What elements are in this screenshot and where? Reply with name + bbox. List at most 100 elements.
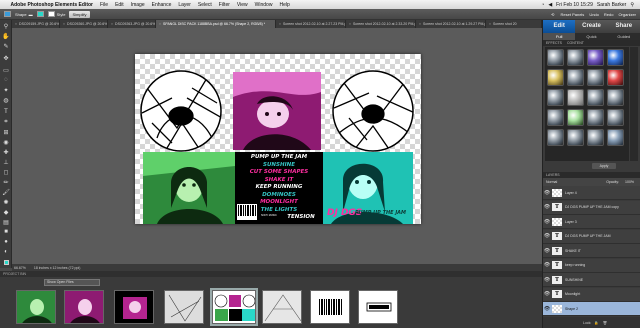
bin-thumbnail[interactable] <box>262 290 302 324</box>
app-menu[interactable]: Adobe Photoshop Elements Editor <box>7 2 97 8</box>
menu-enhance[interactable]: Enhance <box>148 2 175 8</box>
project-bin-select[interactable]: Show Open Files <box>44 279 100 286</box>
bin-thumbnail[interactable] <box>16 290 56 324</box>
layer-row[interactable]: 👁 T Moonlight <box>543 287 640 302</box>
reset-panels-button[interactable]: ⟲ Reset Panels <box>546 12 584 17</box>
bin-thumbnail[interactable] <box>64 290 104 324</box>
wifi-icon[interactable]: ◔ <box>539 2 546 8</box>
close-tab-icon[interactable]: × <box>111 20 113 28</box>
document-tab[interactable]: × Screen shot 2012-02-10 at 2.33.20 PM.pn… <box>346 20 416 28</box>
tab-content[interactable]: CONTENT <box>567 41 584 45</box>
bin-thumbnail[interactable] <box>310 290 350 324</box>
effect-thumb[interactable] <box>607 129 624 146</box>
move-tool-icon[interactable]: ✥ <box>2 54 10 62</box>
visibility-eye-icon[interactable]: 👁 <box>543 219 551 225</box>
close-tab-icon[interactable]: × <box>419 20 421 28</box>
document-size[interactable]: 18 inches x 12 inches (72 ppi) <box>34 266 81 270</box>
bin-thumbnail[interactable] <box>164 290 204 324</box>
zoom-tool-icon[interactable]: ⚲ <box>2 22 10 30</box>
layer-row[interactable]: 👁 T SUNSHINE <box>543 273 640 287</box>
tab-create[interactable]: Create <box>575 20 608 33</box>
color-swatches-icon[interactable] <box>2 258 10 266</box>
document-tab[interactable]: × Screen shot 20 <box>486 20 542 28</box>
lock-icon[interactable]: 🔒 <box>594 321 598 325</box>
close-tab-icon[interactable]: × <box>159 20 161 28</box>
tab-share[interactable]: Share <box>607 20 640 33</box>
effect-thumb[interactable] <box>547 129 564 146</box>
menu-layer[interactable]: Layer <box>175 2 195 8</box>
pencil-tool-icon[interactable]: ✏ <box>2 178 10 186</box>
paint-bucket-tool-icon[interactable]: ◆ <box>2 208 10 216</box>
zoom-level[interactable]: 66.67% <box>14 266 26 270</box>
undo-button[interactable]: Undo <box>589 12 599 17</box>
marquee-tool-icon[interactable]: ▭ <box>2 66 10 74</box>
effect-thumb[interactable] <box>547 109 564 126</box>
visibility-eye-icon[interactable]: 👁 <box>543 248 551 254</box>
lasso-tool-icon[interactable]: ◌ <box>2 76 10 84</box>
effect-thumb[interactable] <box>567 49 584 66</box>
document-tab[interactable]: × Screen shot 2012-02-10 at 1.29.27 PM.pn… <box>416 20 486 28</box>
document-canvas[interactable]: PUMP UP THE JAM SUNSHINE CUT SOME SHAPES… <box>135 54 421 224</box>
effect-thumb[interactable] <box>567 129 584 146</box>
effect-thumb[interactable] <box>587 109 604 126</box>
visibility-eye-icon[interactable]: 👁 <box>543 233 551 239</box>
document-tab[interactable]: × DSC09260.JPG @ 20.6% (... <box>60 20 108 28</box>
close-tab-icon[interactable]: × <box>63 20 65 28</box>
layer-row[interactable]: 👁 T DJ DGS PUMP UP THE JAM <box>543 229 640 244</box>
document-tab[interactable]: × Screen shot 2012-02-10 at 2.27.23 PM.pn… <box>276 20 346 28</box>
gradient-tool-icon[interactable]: ▤ <box>2 218 10 226</box>
effect-thumb[interactable] <box>567 109 584 126</box>
menu-edit[interactable]: Edit <box>112 2 128 8</box>
apply-button[interactable]: Apply <box>592 163 616 169</box>
close-tab-icon[interactable]: × <box>349 20 351 28</box>
trash-icon[interactable]: 🗑 <box>603 321 607 325</box>
brush-tool-icon[interactable]: 🖌 <box>2 188 10 196</box>
visibility-eye-icon[interactable]: 👁 <box>543 277 551 283</box>
layer-row[interactable]: 👁 Layer 4 <box>543 186 640 200</box>
bin-thumbnail-active[interactable] <box>210 288 258 326</box>
volume-icon[interactable]: ◀ <box>546 2 554 8</box>
effect-thumb[interactable] <box>547 89 564 106</box>
menu-image[interactable]: Image <box>127 2 148 8</box>
visibility-eye-icon[interactable]: 👁 <box>543 190 551 196</box>
clone-stamp-tool-icon[interactable]: ⊥ <box>2 158 10 166</box>
layer-row[interactable]: 👁 T DJ DGS PUMP UP THE JAM copy <box>543 200 640 215</box>
bin-thumbnail[interactable] <box>358 290 398 324</box>
effect-thumb[interactable] <box>567 89 584 106</box>
visibility-eye-icon[interactable]: 👁 <box>543 291 551 297</box>
layer-row[interactable]: 👁 Layer 3 <box>543 215 640 229</box>
document-tab-active[interactable]: × SPANGL DISC PACK 1188BBA.psd @ 66.7% (S… <box>156 20 276 28</box>
quick-selection-tool-icon[interactable]: ◍ <box>2 96 10 104</box>
style-picker[interactable]: Style <box>47 11 65 17</box>
magic-wand-tool-icon[interactable]: ✦ <box>2 86 10 94</box>
eyedropper-tool-icon[interactable]: ✎ <box>2 42 10 50</box>
tab-quick[interactable]: Quick <box>575 33 607 40</box>
close-tab-icon[interactable]: × <box>489 20 491 28</box>
tab-edit[interactable]: Edit <box>543 20 576 33</box>
menu-select[interactable]: Select <box>194 2 215 8</box>
menu-window[interactable]: Window <box>251 2 276 8</box>
layer-row[interactable]: 👁 T SHAKE IT <box>543 244 640 258</box>
menu-file[interactable]: File <box>97 2 112 8</box>
crop-tool-icon[interactable]: ⌗ <box>2 118 10 126</box>
layer-row[interactable]: 👁 Shape 2 <box>543 302 640 316</box>
red-eye-tool-icon[interactable]: ◉ <box>2 138 10 146</box>
menu-help[interactable]: Help <box>276 2 293 8</box>
effect-thumb[interactable] <box>587 49 604 66</box>
tab-full[interactable]: Full <box>543 33 576 40</box>
menu-filter[interactable]: Filter <box>215 2 233 8</box>
organizer-button[interactable]: Organizer <box>618 12 636 17</box>
recompose-tool-icon[interactable]: ⊞ <box>2 128 10 136</box>
effect-thumb[interactable] <box>587 69 604 86</box>
effect-thumb[interactable] <box>607 109 624 126</box>
document-tab[interactable]: × DSC09263.JPG @ 20.6% (... <box>108 20 156 28</box>
effect-thumb[interactable] <box>607 69 624 86</box>
shape-tool-icon[interactable]: ■ <box>2 228 10 236</box>
effect-thumb[interactable] <box>547 69 564 86</box>
hand-tool-icon[interactable]: ✋ <box>2 32 10 40</box>
effect-thumb[interactable] <box>607 49 624 66</box>
healing-brush-tool-icon[interactable]: ✚ <box>2 148 10 156</box>
tab-guided[interactable]: Guided <box>608 33 640 40</box>
menu-view[interactable]: View <box>233 2 251 8</box>
color-swatch[interactable] <box>36 11 44 17</box>
